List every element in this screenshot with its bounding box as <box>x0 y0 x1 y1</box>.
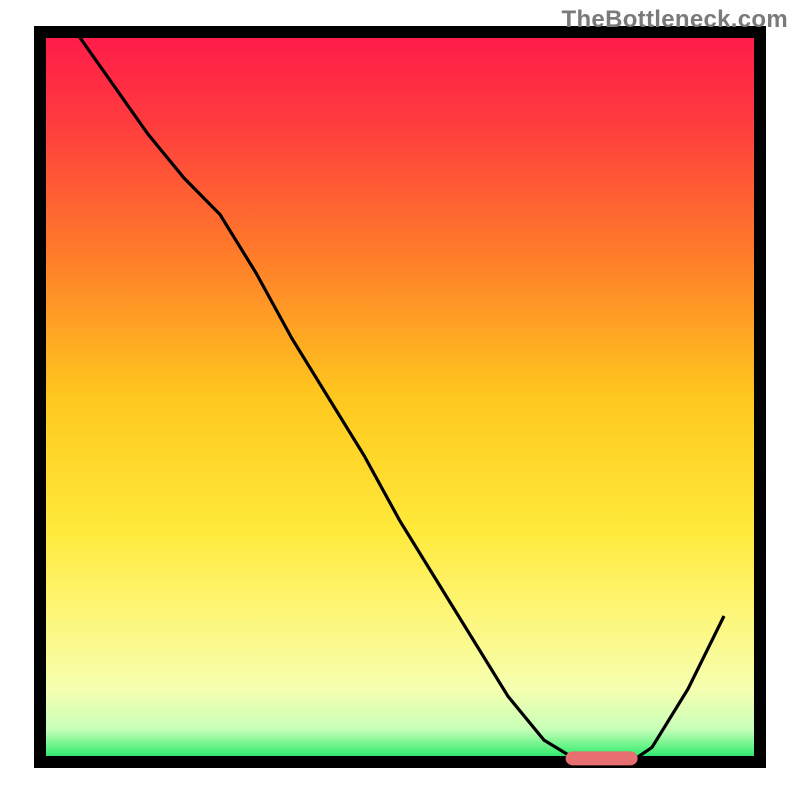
gradient-background <box>40 32 760 762</box>
watermark-text: TheBottleneck.com <box>562 6 788 34</box>
chart-svg <box>0 0 800 800</box>
optimal-range-marker <box>566 751 638 765</box>
chart-container: TheBottleneck.com <box>0 0 800 800</box>
